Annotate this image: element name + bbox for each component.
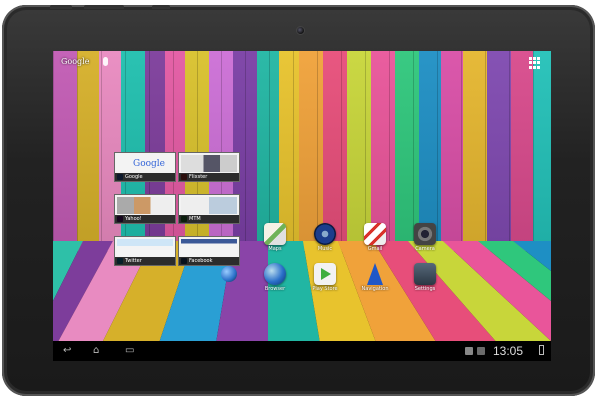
home-app-grid: Maps Music Gmail Camera Browser Play Sto… <box>253 223 453 303</box>
app-label: Navigation <box>361 286 389 292</box>
app-label: Maps <box>268 246 282 252</box>
recent-app-title: Google <box>115 173 175 181</box>
browser-icon <box>264 263 286 285</box>
system-navigation-bar: ↩ ⌂ ▭ 13:05 <box>53 341 551 361</box>
back-icon[interactable]: ↩ <box>63 346 71 356</box>
front-camera <box>296 26 305 35</box>
recent-app-card[interactable]: Flixster <box>178 152 240 182</box>
app-gmail[interactable]: Gmail <box>358 223 392 252</box>
google-logo: Google <box>133 159 165 169</box>
recent-app-card[interactable]: Google Google <box>114 152 176 182</box>
maps-icon <box>264 223 286 245</box>
settings-icon <box>414 263 436 285</box>
recent-app-title: Flixster <box>179 173 239 181</box>
notification-icon[interactable] <box>477 347 485 355</box>
navigation-icon <box>364 263 386 285</box>
hardware-button[interactable] <box>152 5 170 9</box>
app-settings[interactable]: Settings <box>408 263 442 292</box>
gmail-icon <box>364 223 386 245</box>
app-label: Gmail <box>367 246 383 252</box>
hardware-button[interactable] <box>50 5 72 9</box>
notification-icon[interactable] <box>465 347 473 355</box>
hardware-button[interactable] <box>84 5 124 9</box>
play-store-icon <box>314 263 336 285</box>
app-label: Settings <box>414 286 436 292</box>
app-label: Camera <box>415 246 435 252</box>
recents-icon[interactable]: ▭ <box>125 346 134 356</box>
microphone-icon[interactable] <box>103 57 108 66</box>
recent-app-title: Facebook <box>179 257 239 265</box>
app-play-store[interactable]: Play Store <box>308 263 342 292</box>
recent-app-title: Yahoo! <box>115 215 175 223</box>
camera-icon <box>414 223 436 245</box>
app-browser[interactable]: Browser <box>258 263 292 292</box>
home-icon[interactable]: ⌂ <box>93 346 99 356</box>
recent-apps-panel: Google Google Flixster Yahoo! MTM Twitte… <box>114 152 242 277</box>
recent-app-card[interactable]: MTM <box>178 194 240 224</box>
app-camera[interactable]: Camera <box>408 223 442 252</box>
launcher-top-bar: Google <box>53 51 551 73</box>
recent-app-card[interactable]: Twitter <box>114 236 176 266</box>
app-maps[interactable]: Maps <box>258 223 292 252</box>
all-apps-icon[interactable] <box>529 57 541 69</box>
music-icon <box>314 223 336 245</box>
recent-app-title: Twitter <box>115 257 175 265</box>
tablet-frame: Google Google Google Flixster Yahoo! MTM… <box>2 5 595 396</box>
app-label: Play Store <box>312 286 338 292</box>
app-music[interactable]: Music <box>308 223 342 252</box>
recent-app-title: MTM <box>179 215 239 223</box>
screen: Google Google Google Flixster Yahoo! MTM… <box>53 51 551 361</box>
app-label: Browser <box>264 286 286 292</box>
app-navigation[interactable]: Navigation <box>358 263 392 292</box>
recent-app-card[interactable]: Yahoo! <box>114 194 176 224</box>
clock[interactable]: 13:05 <box>493 344 523 358</box>
browser-globe-icon[interactable] <box>221 266 237 282</box>
battery-icon <box>539 345 544 355</box>
app-label: Music <box>317 246 333 252</box>
recent-app-card[interactable]: Facebook <box>178 236 240 266</box>
google-search-label[interactable]: Google <box>61 57 89 66</box>
